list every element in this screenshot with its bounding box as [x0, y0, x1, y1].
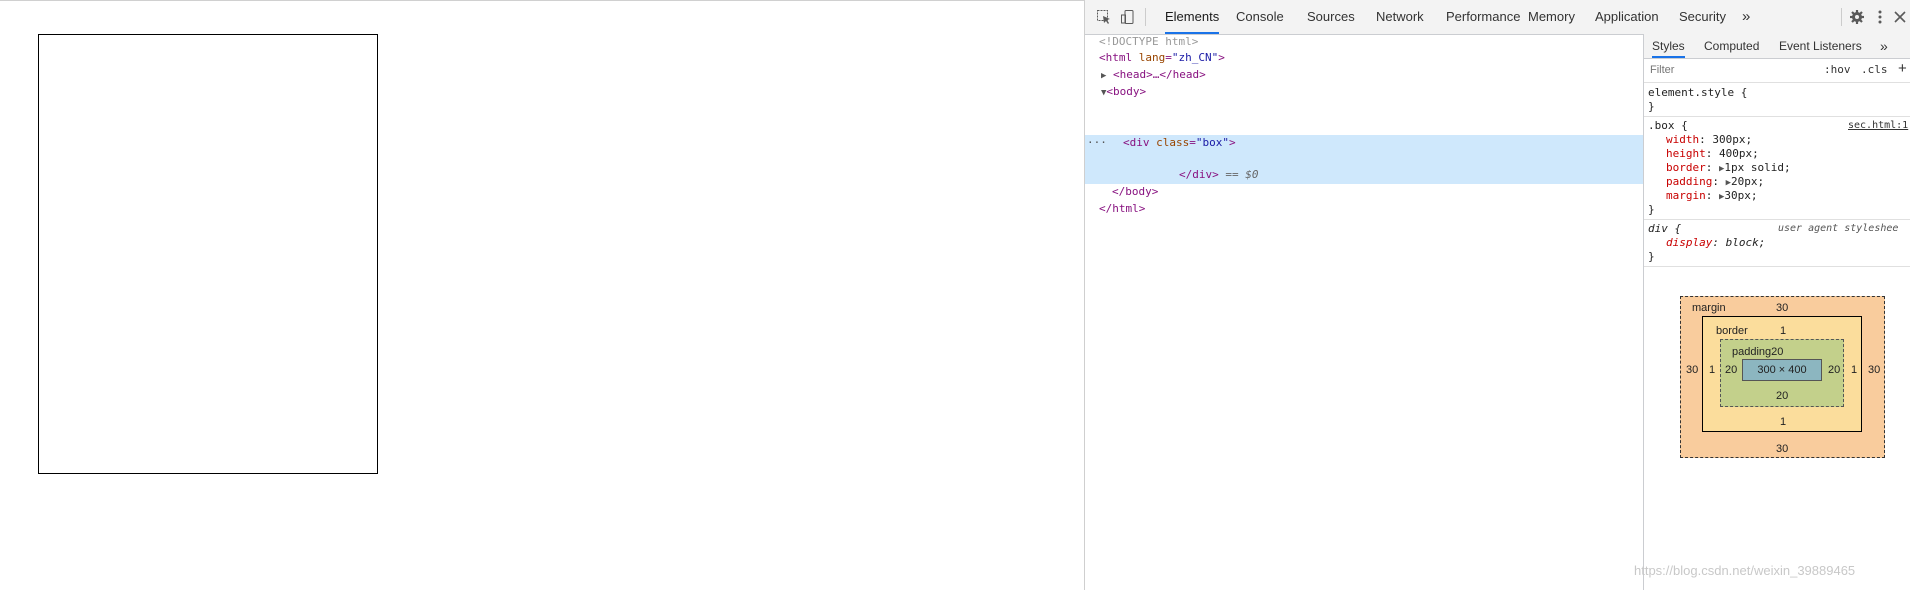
decl-margin[interactable]: margin: ▶30px; — [1666, 189, 1758, 203]
decl-width[interactable]: width: 300px; — [1666, 133, 1752, 147]
box-rule-close: } — [1648, 203, 1655, 216]
tab-memory[interactable]: Memory — [1528, 0, 1575, 34]
div-rule-selector: div { — [1648, 222, 1682, 235]
close-devtools-icon[interactable] — [1891, 8, 1909, 26]
padding-left-value: 20 — [1725, 364, 1738, 376]
html-attr-name: lang — [1138, 51, 1166, 64]
toolbar-divider — [1145, 8, 1146, 26]
selected-marker: == $0 — [1225, 168, 1259, 181]
div-close-node[interactable]: </div> == $0 — [1179, 167, 1259, 183]
body-node[interactable]: ▼<body> — [1101, 84, 1146, 100]
padding-label: padding20 — [1732, 346, 1784, 358]
node-ellipsis-icon[interactable]: ··· — [1087, 135, 1107, 151]
body-close-node[interactable]: </body> — [1112, 184, 1158, 200]
box-rule-selector[interactable]: .box { — [1648, 119, 1688, 133]
tab-event-listeners[interactable]: Event Listeners — [1779, 34, 1862, 58]
decl-border[interactable]: border: ▶1px solid; — [1666, 161, 1791, 175]
styles-filter-row: :hov .cls + — [1644, 58, 1910, 83]
hov-toggle[interactable]: :hov — [1824, 63, 1851, 76]
tab-network[interactable]: Network — [1376, 0, 1424, 34]
styles-tab-bar: Styles Computed Event Listeners » — [1644, 34, 1910, 59]
div-box-node[interactable]: <div class="box"> — [1123, 135, 1236, 151]
ua-stylesheet-label: user agent styleshee — [1778, 223, 1899, 234]
inspect-element-icon[interactable] — [1095, 8, 1113, 26]
div-attr-value: "box" — [1195, 136, 1229, 149]
box-model-content[interactable]: 300 × 400 — [1742, 359, 1822, 381]
div-attr-name: class — [1156, 136, 1190, 149]
border-label: border — [1716, 325, 1748, 337]
div-tag-name: div — [1129, 136, 1150, 149]
html-attr-value: "zh_CN" — [1171, 51, 1219, 64]
tab-sources[interactable]: Sources — [1307, 0, 1355, 34]
tab-elements[interactable]: Elements — [1165, 0, 1220, 34]
margin-left-value: 30 — [1686, 364, 1699, 376]
padding-bottom-value: 20 — [1776, 390, 1789, 402]
doctype-node[interactable]: <!DOCTYPE html> — [1099, 34, 1198, 50]
tab-security[interactable]: Security — [1679, 0, 1726, 34]
div-rule-close: } — [1648, 250, 1655, 263]
margin-bottom-value: 30 — [1776, 443, 1789, 455]
element-style-selector[interactable]: element.style { — [1648, 86, 1747, 100]
margin-label: margin — [1692, 302, 1726, 314]
tab-styles[interactable]: Styles — [1652, 34, 1685, 58]
more-tabs-icon[interactable]: » — [1742, 0, 1750, 34]
more-styles-tabs-icon[interactable]: » — [1880, 34, 1888, 58]
devtools-panel: Elements Console Sources Network Perform… — [1084, 0, 1910, 590]
settings-gear-icon[interactable] — [1848, 8, 1866, 26]
tab-computed[interactable]: Computed — [1704, 34, 1759, 58]
styles-pane: Styles Computed Event Listeners » :hov .… — [1643, 34, 1910, 590]
customize-menu-icon[interactable] — [1871, 8, 1889, 26]
margin-top-value: 30 — [1776, 302, 1789, 314]
cls-toggle[interactable]: .cls — [1861, 63, 1888, 76]
html-tag-name: html — [1105, 51, 1133, 64]
decl-display: display: block; — [1666, 236, 1766, 249]
styles-filter-input[interactable] — [1648, 61, 1812, 79]
decl-height[interactable]: height: 400px; — [1666, 147, 1759, 161]
padding-right-value: 20 — [1828, 364, 1841, 376]
new-rule-plus-icon[interactable]: + — [1898, 60, 1907, 77]
head-collapsed-label: <head>…</head> — [1113, 68, 1206, 81]
border-left-value: 1 — [1709, 364, 1716, 376]
tab-console[interactable]: Console — [1236, 0, 1284, 34]
rendered-box-div[interactable] — [38, 34, 378, 474]
tab-performance[interactable]: Performance — [1446, 0, 1520, 34]
toolbar-divider-right — [1841, 8, 1842, 26]
border-top-value: 1 — [1780, 325, 1787, 337]
box-css-rule: .box { sec.html:1 width: 300px; height: … — [1644, 117, 1910, 220]
div-close-tag: </div> — [1179, 168, 1219, 181]
border-bottom-value: 1 — [1780, 416, 1787, 428]
device-toolbar-icon[interactable] — [1119, 8, 1137, 26]
html-node[interactable]: <html lang="zh_CN"> — [1099, 50, 1225, 66]
elements-tree: <!DOCTYPE html> <html lang="zh_CN"> ▶ <h… — [1085, 34, 1643, 590]
div-ua-rule: div { user agent styleshee display: bloc… — [1644, 220, 1910, 267]
devtools-tab-bar: Elements Console Sources Network Perform… — [1085, 0, 1910, 35]
border-right-value: 1 — [1851, 364, 1858, 376]
decl-padding[interactable]: padding: ▶20px; — [1666, 175, 1764, 189]
margin-right-value: 30 — [1868, 364, 1881, 376]
element-style-close: } — [1648, 100, 1655, 113]
csdn-watermark: https://blog.csdn.net/weixin_39889465 — [1634, 563, 1856, 578]
head-node[interactable]: ▶ <head>…</head> — [1101, 67, 1206, 83]
tab-application[interactable]: Application — [1595, 0, 1659, 34]
body-open-tag: <body> — [1106, 85, 1147, 98]
box-rule-source-link[interactable]: sec.html:1 — [1848, 119, 1908, 133]
content-size-label: 300 × 400 — [1757, 364, 1807, 376]
expand-arrow-icon[interactable]: ▶ — [1101, 71, 1106, 81]
html-close-node[interactable]: </html> — [1099, 201, 1145, 217]
element-style-rule: element.style { } — [1644, 84, 1910, 117]
page-top-border — [0, 0, 1085, 1]
